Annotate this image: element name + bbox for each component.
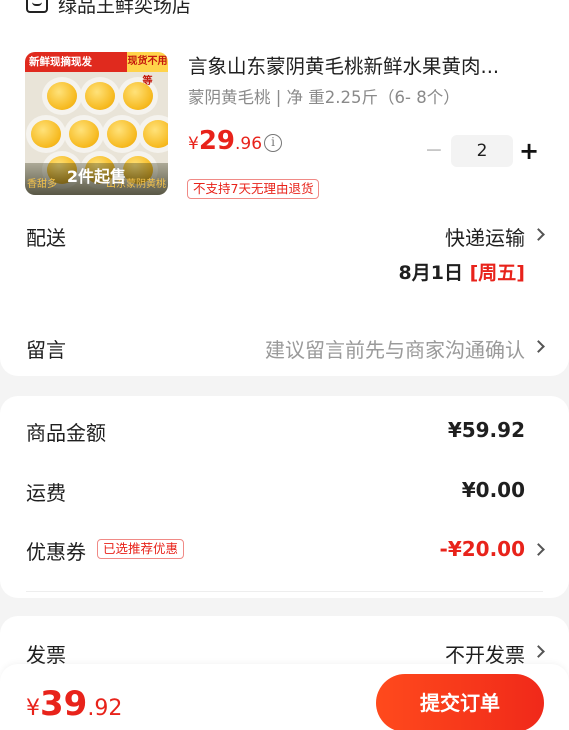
- delivery-label: 配送: [26, 226, 66, 250]
- coupon-badge: 已选推荐优惠: [97, 539, 185, 559]
- shipping-label: 运费: [26, 481, 66, 505]
- product-thumbnail[interactable]: 新鲜现摘现发 现货不用等 香甜多 山东蒙阴黄桃 2件起售: [25, 52, 168, 195]
- quantity-increase-button[interactable]: +: [518, 138, 540, 164]
- delivery-weekday: [周五]: [469, 262, 525, 284]
- coupon-label: 优惠券: [26, 540, 86, 564]
- info-icon[interactable]: i: [264, 134, 282, 152]
- message-input[interactable]: 建议留言前先与商家沟通确认: [265, 334, 525, 363]
- peach-image: [143, 120, 168, 148]
- coupon-amount[interactable]: -¥20.00: [440, 537, 525, 561]
- product-spec[interactable]: 蒙阴黄毛桃 | 净 重2.25斤（6- 8个）: [188, 84, 460, 108]
- total-decimal: .92: [87, 696, 123, 721]
- peach-image: [31, 120, 61, 148]
- peach-image: [47, 82, 77, 110]
- divider: [26, 591, 543, 592]
- submit-order-button[interactable]: 提交订单: [376, 674, 544, 730]
- price-currency: ¥: [188, 134, 199, 154]
- total-currency: ¥: [26, 696, 40, 721]
- product-price: ¥ 29 .96: [188, 126, 262, 156]
- price-decimal: .96: [235, 134, 263, 154]
- fresh-picked-tag: 新鲜现摘现发: [25, 52, 127, 72]
- peach-image: [107, 120, 137, 148]
- quantity-decrease-button[interactable]: −: [424, 140, 444, 164]
- delivery-date: 8月1日 [周五]: [399, 258, 525, 285]
- shop-header[interactable]: 绿品王鲜奕场店: [26, 0, 191, 17]
- shipping-value: ¥0.00: [461, 478, 525, 502]
- delivery-date-value: 8月1日: [398, 262, 463, 284]
- shop-name: 绿品王鲜奕场店: [58, 0, 192, 17]
- quantity-input[interactable]: 2: [451, 135, 513, 167]
- message-label: 留言: [26, 338, 66, 362]
- goods-amount-label: 商品金额: [26, 421, 106, 445]
- total-integer: 39: [40, 684, 88, 724]
- total-price: ¥ 39 .92: [26, 684, 122, 724]
- product-title[interactable]: 言象山东蒙阴黄毛桃新鲜水果黄肉...: [188, 50, 538, 79]
- return-policy-badge: 不支持7天无理由退货: [187, 179, 320, 199]
- peach-image: [69, 120, 99, 148]
- goods-amount-value: ¥59.92: [447, 418, 525, 442]
- min-order-label: 2件起售: [66, 167, 127, 186]
- price-integer: 29: [198, 126, 236, 156]
- delivery-method[interactable]: 快递运输: [445, 222, 525, 251]
- shop-icon: [26, 0, 48, 13]
- peach-image: [85, 82, 115, 110]
- in-stock-tag: 现货不用等: [127, 52, 168, 87]
